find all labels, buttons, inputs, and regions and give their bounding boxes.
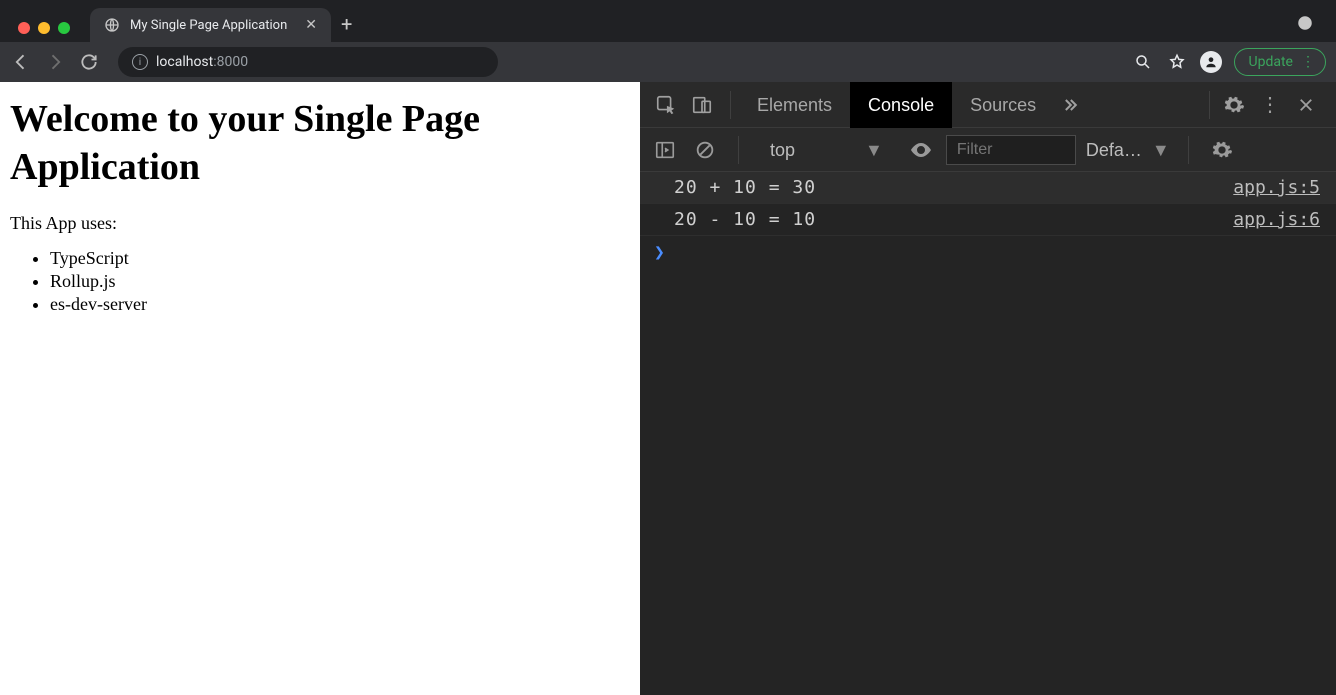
console-filter-input[interactable] — [946, 135, 1076, 165]
browser-update-button[interactable]: Update ⋮ — [1234, 48, 1326, 76]
log-message: 20 - 10 = 10 — [674, 209, 1233, 230]
browser-toolbar: i localhost:8000 Update ⋮ — [0, 42, 1336, 82]
tab-title: My Single Page Application — [130, 18, 287, 33]
devtools-kebab-icon[interactable]: ⋮ — [1254, 89, 1286, 121]
console-log-area: 20 + 10 = 30 app.js:5 20 - 10 = 10 app.j… — [640, 172, 1336, 695]
site-info-icon[interactable]: i — [132, 54, 148, 70]
window-minimize-button[interactable] — [38, 22, 50, 34]
browser-tab[interactable]: My Single Page Application ✕ — [90, 8, 331, 42]
forward-button[interactable] — [44, 51, 66, 73]
live-expression-icon[interactable] — [906, 135, 936, 165]
update-label: Update — [1249, 54, 1293, 70]
tab-console[interactable]: Console — [850, 82, 952, 128]
console-settings-icon[interactable] — [1207, 135, 1237, 165]
page-intro: This App uses: — [10, 213, 630, 234]
rendered-page: Welcome to your Single Page Application … — [0, 82, 640, 695]
device-toolbar-icon[interactable] — [686, 89, 718, 121]
inspect-element-icon[interactable] — [650, 89, 682, 121]
back-button[interactable] — [10, 51, 32, 73]
zoom-icon[interactable] — [1132, 51, 1154, 73]
devtools-settings-icon[interactable] — [1218, 89, 1250, 121]
new-tab-button[interactable]: + — [341, 12, 352, 42]
list-item: es-dev-server — [50, 294, 630, 315]
log-levels-label: Defa… — [1086, 141, 1142, 159]
window-zoom-button[interactable] — [58, 22, 70, 34]
url-text: localhost:8000 — [156, 54, 248, 70]
devtools-panel: Elements Console Sources ⋮ — [640, 82, 1336, 695]
console-log-row[interactable]: 20 + 10 = 30 app.js:5 — [640, 172, 1336, 204]
clear-console-icon[interactable] — [690, 135, 720, 165]
tech-list: TypeScript Rollup.js es-dev-server — [10, 248, 630, 315]
reload-button[interactable] — [78, 51, 100, 73]
console-sidebar-toggle-icon[interactable] — [650, 135, 680, 165]
profile-menu-icon[interactable] — [1294, 12, 1316, 34]
profile-avatar[interactable] — [1200, 51, 1222, 73]
context-label: top — [770, 141, 795, 159]
address-bar[interactable]: i localhost:8000 — [118, 47, 498, 77]
chevron-down-icon: ▼ — [865, 141, 883, 159]
devtools-close-icon[interactable] — [1290, 89, 1322, 121]
tab-sources[interactable]: Sources — [952, 82, 1054, 128]
console-toolbar: top ▼ Defa… ▼ — [640, 128, 1336, 172]
close-tab-icon[interactable]: ✕ — [305, 17, 317, 33]
log-source-link[interactable]: app.js:5 — [1233, 177, 1320, 198]
console-log-row[interactable]: 20 - 10 = 10 app.js:6 — [640, 204, 1336, 236]
log-source-link[interactable]: app.js:6 — [1233, 209, 1320, 230]
list-item: Rollup.js — [50, 271, 630, 292]
devtools-tab-bar: Elements Console Sources ⋮ — [640, 82, 1336, 128]
browser-tabstrip: My Single Page Application ✕ + — [0, 0, 1336, 42]
chevron-down-icon: ▼ — [1152, 141, 1170, 159]
kebab-icon: ⋮ — [1301, 54, 1315, 70]
execution-context-selector[interactable]: top ▼ — [757, 135, 896, 165]
list-item: TypeScript — [50, 248, 630, 269]
window-controls — [10, 22, 80, 42]
console-prompt[interactable]: ❯ — [640, 236, 1336, 270]
globe-icon — [104, 17, 120, 33]
tab-elements[interactable]: Elements — [739, 82, 850, 128]
window-close-button[interactable] — [18, 22, 30, 34]
page-heading: Welcome to your Single Page Application — [10, 96, 630, 191]
bookmark-star-icon[interactable] — [1166, 51, 1188, 73]
log-message: 20 + 10 = 30 — [674, 177, 1233, 198]
more-tabs-icon[interactable] — [1054, 89, 1086, 121]
log-levels-selector[interactable]: Defa… ▼ — [1086, 141, 1170, 159]
